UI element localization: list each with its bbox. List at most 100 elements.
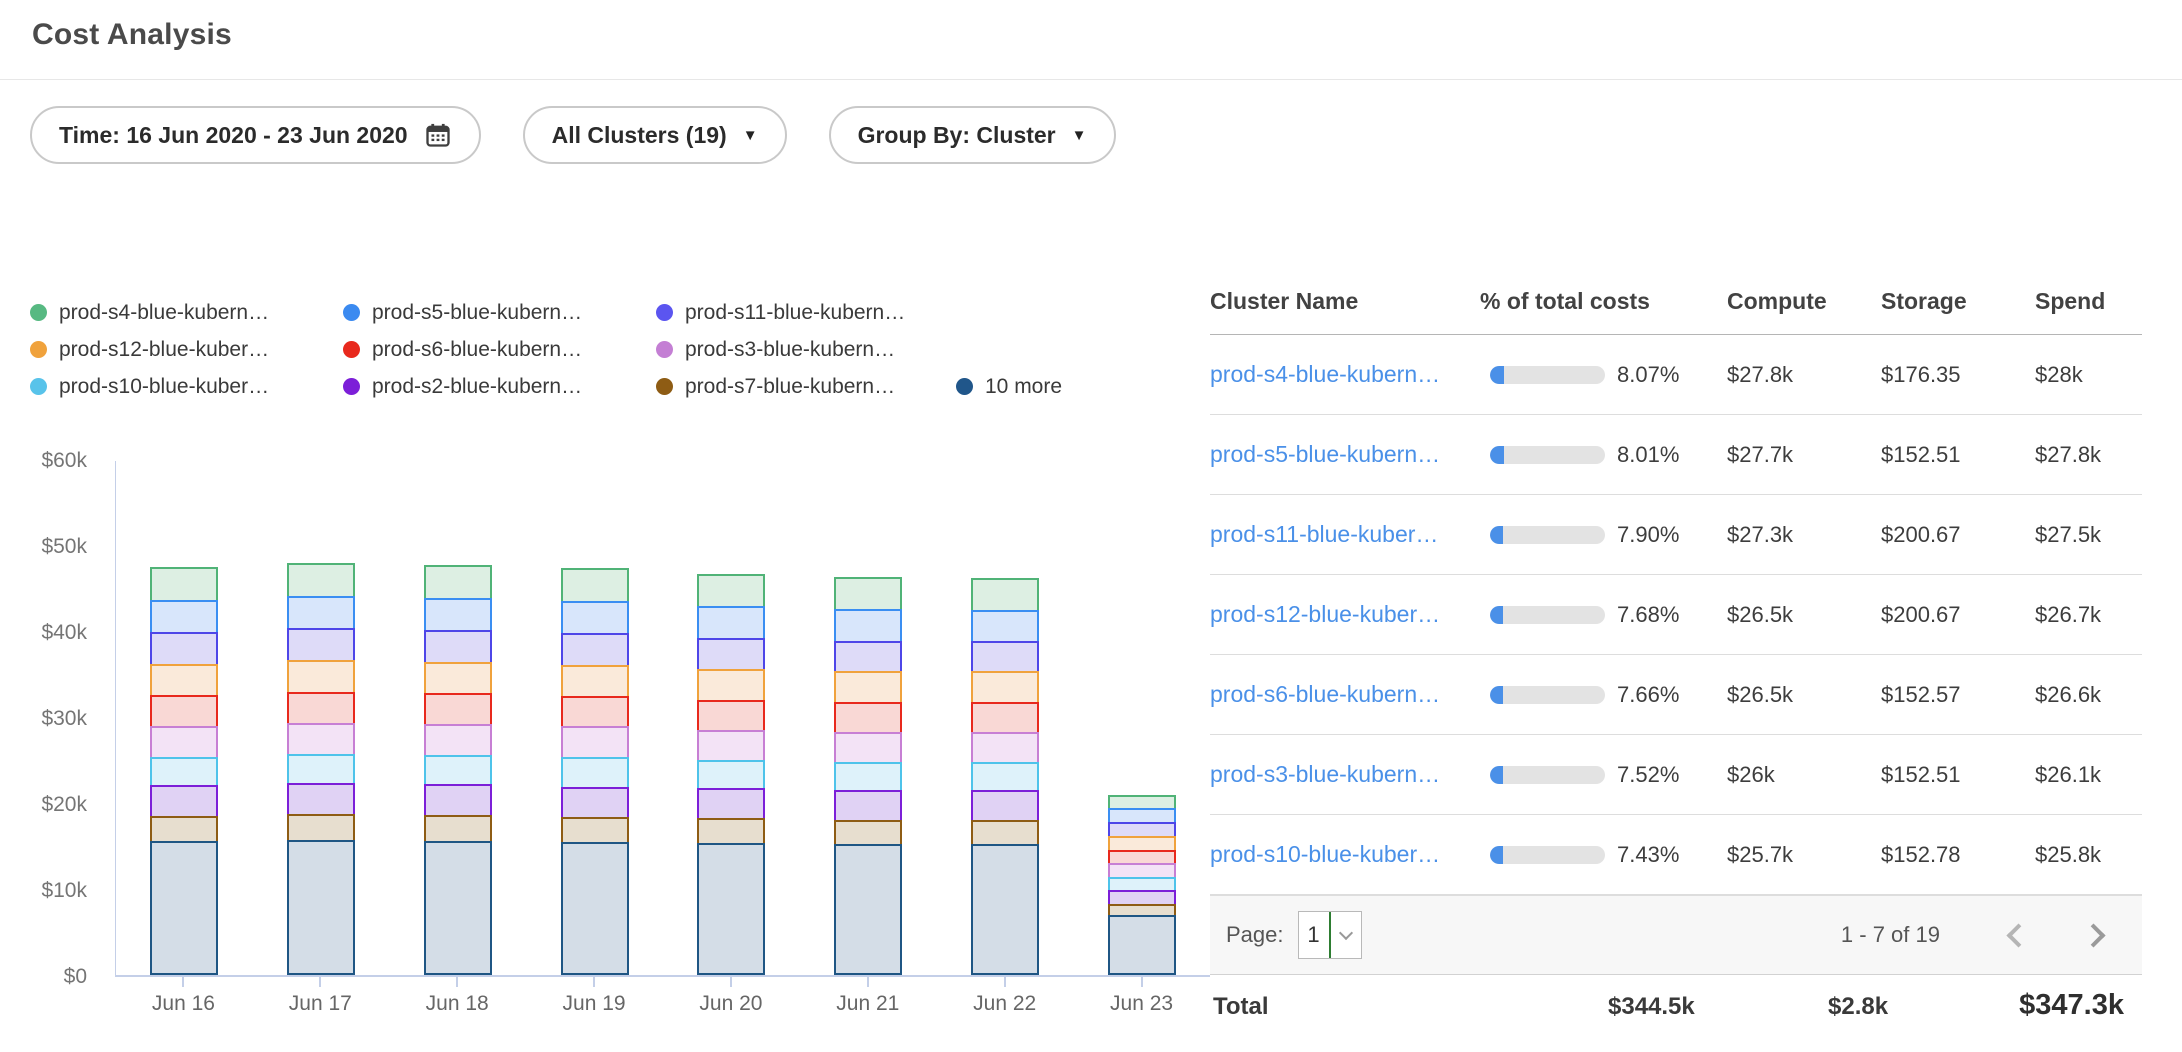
legend-item[interactable]: 10 more — [956, 368, 1156, 405]
bar-segment[interactable] — [971, 610, 1039, 643]
bar-segment[interactable] — [834, 577, 902, 611]
stacked-bar[interactable] — [424, 565, 492, 975]
bar-segment[interactable] — [287, 563, 355, 598]
legend-item[interactable]: prod-s6-blue-kubern… — [343, 331, 656, 368]
bar-segment[interactable] — [971, 641, 1039, 674]
bar-segment[interactable] — [561, 633, 629, 667]
bar-segment[interactable] — [150, 664, 218, 697]
bar-segment[interactable] — [561, 568, 629, 603]
bar-segment[interactable] — [697, 730, 765, 762]
bar-segment[interactable] — [1108, 915, 1176, 975]
bar-segment[interactable] — [150, 695, 218, 728]
bar-segment[interactable] — [424, 755, 492, 786]
bar-segment[interactable] — [150, 726, 218, 759]
legend-item[interactable]: prod-s7-blue-kubern… — [656, 368, 956, 405]
bar-segment[interactable] — [834, 641, 902, 674]
bar-segment[interactable] — [697, 669, 765, 702]
bar-segment[interactable] — [287, 660, 355, 694]
stacked-bar[interactable] — [834, 577, 902, 975]
bar-segment[interactable] — [971, 820, 1039, 846]
bar-segment[interactable] — [561, 817, 629, 844]
bar-segment[interactable] — [561, 665, 629, 698]
bar-segment[interactable] — [971, 790, 1039, 822]
bar-segment[interactable] — [150, 816, 218, 843]
stacked-bar[interactable] — [150, 567, 218, 975]
bar-segment[interactable] — [834, 762, 902, 792]
bar-segment[interactable] — [287, 814, 355, 842]
bar-segment[interactable] — [287, 754, 355, 785]
bar-segment[interactable] — [287, 692, 355, 725]
cluster-name-link[interactable]: prod-s5-blue-kubern… — [1210, 441, 1480, 468]
bar-segment[interactable] — [971, 702, 1039, 734]
bar-segment[interactable] — [697, 638, 765, 671]
page-select[interactable]: 1 — [1298, 911, 1362, 959]
stacked-bar[interactable] — [971, 578, 1039, 975]
cluster-name-link[interactable]: prod-s3-blue-kubern… — [1210, 761, 1480, 788]
legend-item[interactable]: prod-s11-blue-kubern… — [656, 294, 956, 331]
cluster-name-link[interactable]: prod-s6-blue-kubern… — [1210, 681, 1480, 708]
bar-segment[interactable] — [561, 842, 629, 975]
bar-segment[interactable] — [150, 632, 218, 666]
bar-segment[interactable] — [287, 783, 355, 816]
cluster-name-link[interactable]: prod-s4-blue-kubern… — [1210, 361, 1480, 388]
bar-segment[interactable] — [424, 565, 492, 600]
bar-segment[interactable] — [424, 815, 492, 843]
bar-segment[interactable] — [697, 843, 765, 975]
bar-segment[interactable] — [834, 844, 902, 975]
bar-segment[interactable] — [424, 724, 492, 757]
bar-segment[interactable] — [971, 671, 1039, 703]
bar-segment[interactable] — [150, 600, 218, 634]
bar-segment[interactable] — [971, 578, 1039, 612]
clusters-filter-dropdown[interactable]: All Clusters (19) ▼ — [523, 106, 787, 164]
bar-segment[interactable] — [424, 662, 492, 695]
stacked-bar[interactable] — [697, 574, 765, 975]
bar-segment[interactable] — [561, 757, 629, 788]
bar-segment[interactable] — [697, 574, 765, 608]
bar-segment[interactable] — [834, 609, 902, 643]
bar-segment[interactable] — [561, 787, 629, 819]
bar-segment[interactable] — [834, 820, 902, 846]
bar-segment[interactable] — [971, 844, 1039, 975]
bar-segment[interactable] — [150, 785, 218, 818]
bar-segment[interactable] — [287, 840, 355, 975]
legend-item[interactable]: prod-s10-blue-kuber… — [30, 368, 343, 405]
stacked-bar[interactable] — [287, 563, 355, 975]
bar-segment[interactable] — [561, 726, 629, 759]
bar-segment[interactable] — [424, 784, 492, 817]
bar-segment[interactable] — [287, 723, 355, 756]
bar-segment[interactable] — [834, 732, 902, 764]
bar-segment[interactable] — [697, 606, 765, 640]
legend-item[interactable]: prod-s12-blue-kuber… — [30, 331, 343, 368]
bar-segment[interactable] — [697, 700, 765, 732]
bar-segment[interactable] — [834, 671, 902, 703]
bar-segment[interactable] — [697, 760, 765, 790]
bar-segment[interactable] — [561, 696, 629, 729]
bar-segment[interactable] — [697, 818, 765, 845]
legend-item[interactable]: prod-s4-blue-kubern… — [30, 294, 343, 331]
bar-segment[interactable] — [287, 628, 355, 662]
time-range-filter[interactable]: Time: 16 Jun 2020 - 23 Jun 2020 — [30, 106, 481, 164]
bar-segment[interactable] — [150, 757, 218, 787]
bar-segment[interactable] — [971, 762, 1039, 792]
cluster-name-link[interactable]: prod-s12-blue-kuber… — [1210, 601, 1480, 628]
legend-item[interactable]: prod-s5-blue-kubern… — [343, 294, 656, 331]
legend-item[interactable]: prod-s3-blue-kubern… — [656, 331, 956, 368]
bar-segment[interactable] — [150, 567, 218, 602]
stacked-bar[interactable] — [561, 568, 629, 975]
bar-segment[interactable] — [561, 601, 629, 635]
bar-segment[interactable] — [424, 630, 492, 664]
bar-segment[interactable] — [424, 693, 492, 726]
bar-segment[interactable] — [150, 841, 218, 975]
stacked-bar[interactable] — [1108, 795, 1176, 976]
bar-segment[interactable] — [834, 790, 902, 822]
cluster-name-link[interactable]: prod-s11-blue-kuber… — [1210, 521, 1480, 548]
bar-segment[interactable] — [287, 596, 355, 631]
bar-segment[interactable] — [424, 841, 492, 975]
bar-segment[interactable] — [697, 788, 765, 820]
bar-segment[interactable] — [834, 702, 902, 734]
bar-segment[interactable] — [424, 598, 492, 633]
previous-page-icon[interactable] — [2006, 923, 2030, 947]
cluster-name-link[interactable]: prod-s10-blue-kuber… — [1210, 841, 1480, 868]
bar-segment[interactable] — [971, 732, 1039, 764]
group-by-dropdown[interactable]: Group By: Cluster ▼ — [829, 106, 1116, 164]
